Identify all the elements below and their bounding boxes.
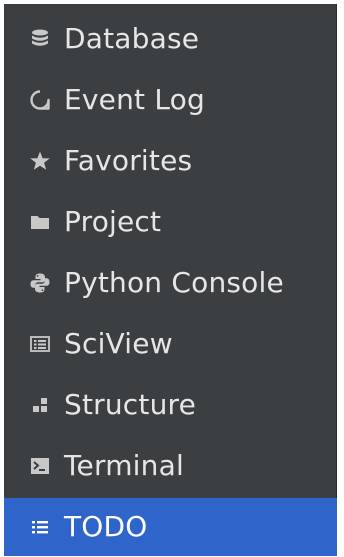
tool-window-menu: Database Event Log Favorites Project Pyt…: [4, 4, 337, 556]
menu-item-favorites[interactable]: Favorites: [4, 132, 337, 190]
event-log-icon: [28, 88, 52, 112]
menu-item-database[interactable]: Database: [4, 10, 337, 68]
menu-item-structure[interactable]: Structure: [4, 376, 337, 434]
menu-item-project[interactable]: Project: [4, 193, 337, 251]
sciview-icon: [28, 332, 52, 356]
star-icon: [28, 149, 52, 173]
database-icon: [28, 27, 52, 51]
todo-icon: [28, 515, 52, 539]
menu-item-event-log[interactable]: Event Log: [4, 71, 337, 129]
menu-item-label: Favorites: [64, 144, 193, 177]
menu-item-label: TODO: [64, 510, 148, 543]
menu-item-terminal[interactable]: Terminal: [4, 437, 337, 495]
python-icon: [28, 271, 52, 295]
terminal-icon: [28, 454, 52, 478]
menu-item-todo[interactable]: TODO: [4, 498, 337, 556]
structure-icon: [28, 393, 52, 417]
menu-item-python-console[interactable]: Python Console: [4, 254, 337, 312]
menu-item-label: Database: [64, 22, 200, 55]
menu-item-label: Structure: [64, 388, 197, 421]
menu-item-label: Terminal: [64, 449, 184, 482]
menu-item-label: Event Log: [64, 83, 205, 116]
menu-item-sciview[interactable]: SciView: [4, 315, 337, 373]
folder-icon: [28, 210, 52, 234]
menu-item-label: SciView: [64, 327, 173, 360]
menu-item-label: Python Console: [64, 266, 284, 299]
menu-item-label: Project: [64, 205, 162, 238]
